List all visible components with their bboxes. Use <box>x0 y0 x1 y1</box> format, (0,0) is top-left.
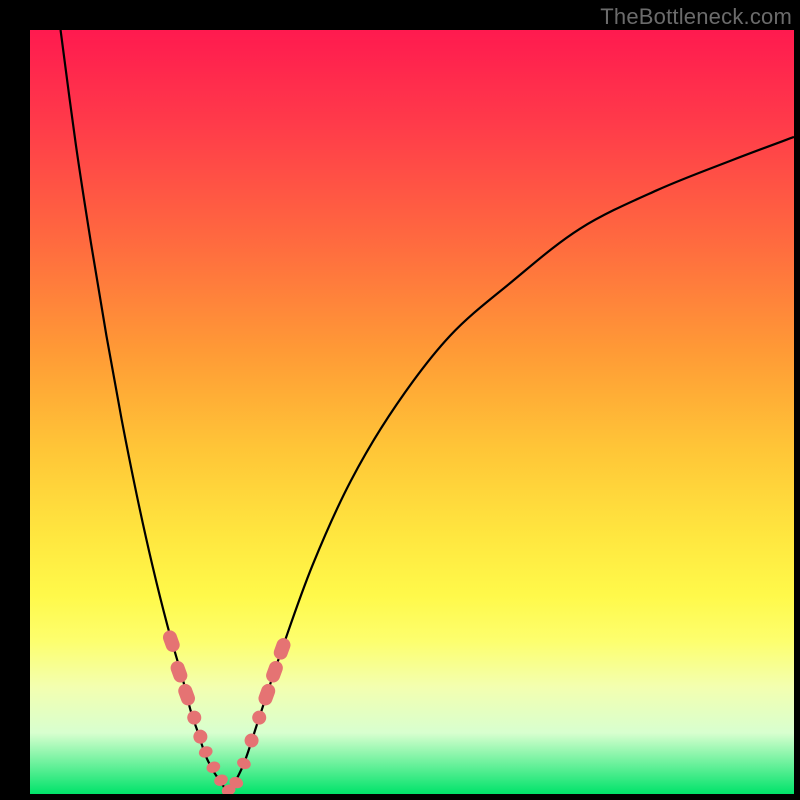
data-marker <box>191 728 209 746</box>
data-marker <box>169 659 190 684</box>
data-marker <box>161 628 182 653</box>
data-marker <box>235 756 252 771</box>
data-marker <box>256 682 277 707</box>
data-marker <box>243 732 261 750</box>
chart-svg <box>30 30 794 794</box>
watermark-text: TheBottleneck.com <box>600 4 792 30</box>
data-marker <box>197 744 214 759</box>
chart-frame: TheBottleneck.com <box>0 0 800 800</box>
data-marker <box>176 682 197 707</box>
right-curve <box>229 137 794 794</box>
data-markers <box>161 628 292 794</box>
data-marker <box>250 709 268 727</box>
plot-area <box>30 30 794 794</box>
data-marker <box>185 709 203 727</box>
left-curve <box>61 30 229 794</box>
data-marker <box>272 636 293 661</box>
data-marker <box>264 659 285 684</box>
